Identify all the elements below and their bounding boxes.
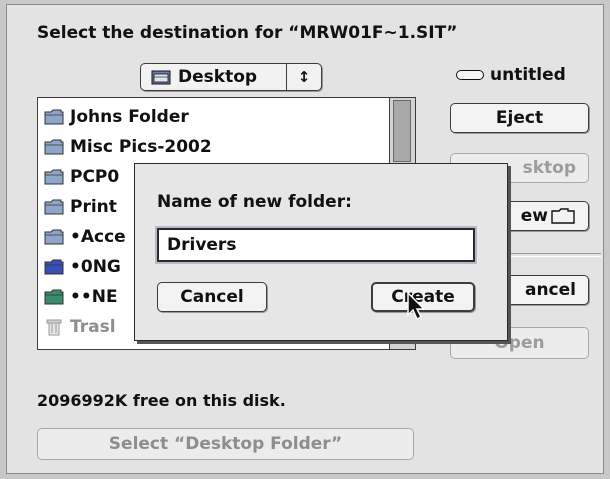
location-popup-label: Desktop xyxy=(178,67,258,87)
disk-name: untitled xyxy=(490,65,566,85)
folder-icon xyxy=(44,109,64,125)
save-dialog-window: Select the destination for “MRW01F~1.SIT… xyxy=(6,4,604,474)
folder-icon xyxy=(44,229,64,245)
folder-icon xyxy=(151,70,171,85)
new-folder-dialog: Name of new folder: Cancel Create xyxy=(134,163,508,341)
mouse-cursor-icon xyxy=(407,291,426,321)
free-space-text: 2096992K free on this disk. xyxy=(37,391,286,410)
list-item-label: •0NG xyxy=(70,257,121,277)
list-item[interactable]: Misc Pics-2002 xyxy=(38,132,390,162)
list-item-label: PCP0 xyxy=(70,167,120,187)
eject-button[interactable]: Eject xyxy=(450,103,589,133)
list-item-label: Johns Folder xyxy=(70,107,189,127)
dialog-prompt: Select the destination for “MRW01F~1.SIT… xyxy=(37,23,458,43)
list-item[interactable]: Johns Folder xyxy=(38,102,390,132)
new-folder-name-label: Name of new folder: xyxy=(157,192,352,212)
scrollbar-thumb[interactable] xyxy=(393,100,411,162)
select-folder-button[interactable]: Select “Desktop Folder” xyxy=(37,428,414,460)
modal-cancel-button[interactable]: Cancel xyxy=(157,282,267,312)
new-folder-name-input[interactable] xyxy=(157,228,475,262)
location-popup[interactable]: Desktop ↕ xyxy=(140,63,322,91)
folder-green-icon xyxy=(44,289,64,305)
folder-icon xyxy=(44,169,64,185)
folder-icon xyxy=(44,199,64,215)
list-item-label: Trasl xyxy=(70,317,116,337)
list-item-label: ••NE xyxy=(70,287,118,307)
drive-icon xyxy=(456,70,484,80)
popup-arrows-icon: ↕ xyxy=(286,64,321,90)
list-item-label: •Acce xyxy=(70,227,126,247)
new-folder-icon xyxy=(551,208,575,224)
trash-icon xyxy=(46,319,62,336)
folder-blue-icon xyxy=(44,259,64,275)
new-folder-button-label: ew xyxy=(520,206,548,226)
disk-indicator: untitled xyxy=(456,65,566,85)
list-item-label: Misc Pics-2002 xyxy=(70,137,212,157)
list-item-label: Print xyxy=(70,197,117,217)
folder-icon xyxy=(44,139,64,155)
